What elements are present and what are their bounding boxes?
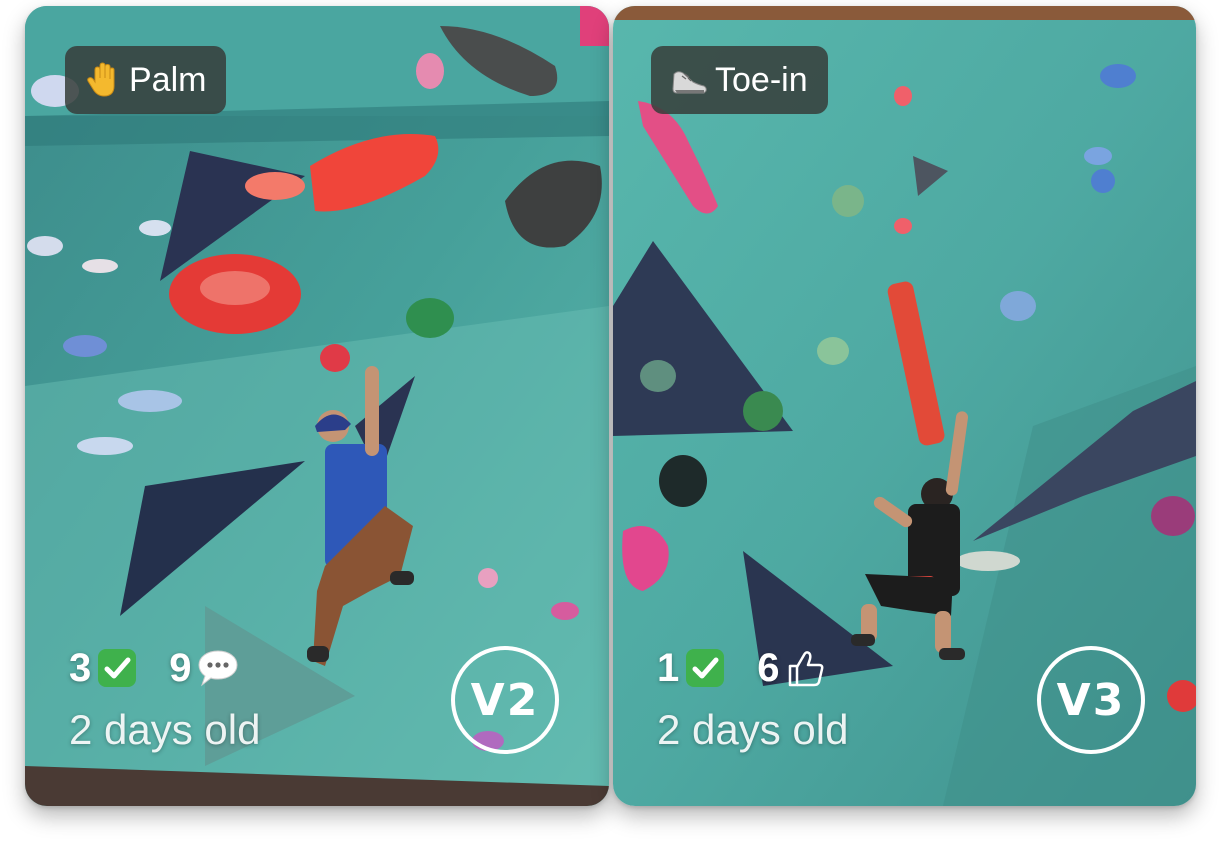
sends-count-value: 1: [657, 645, 680, 690]
technique-tag[interactable]: Toe-in: [651, 46, 828, 114]
sends-count[interactable]: 1: [657, 646, 727, 691]
raised-hand-icon: [83, 60, 123, 100]
comments-count-value: 9: [169, 645, 192, 690]
likes-count[interactable]: 6: [757, 646, 827, 691]
stats-row: 1 6: [657, 642, 858, 694]
check-mark-icon: [683, 646, 727, 690]
grade-badge: V2: [451, 646, 559, 754]
comments-count[interactable]: 9: [169, 646, 239, 691]
sends-count-value: 3: [69, 645, 92, 690]
video-card-palm[interactable]: Palm 3 9 2 days old V2: [25, 6, 609, 806]
age-label: 2 days old: [69, 706, 261, 753]
likes-count-value: 6: [757, 645, 780, 690]
video-card-toe-in[interactable]: Toe-in 1 6 2 days old V3: [613, 6, 1196, 806]
technique-label: Toe-in: [715, 60, 808, 99]
sends-count[interactable]: 3: [69, 646, 139, 691]
thumbs-up-icon: [784, 646, 828, 690]
check-mark-icon: [95, 646, 139, 690]
stats-row: 3 9: [69, 642, 270, 694]
speech-bubble-icon: [196, 646, 240, 690]
grade-badge: V3: [1037, 646, 1145, 754]
technique-tag[interactable]: Palm: [65, 46, 227, 114]
technique-label: Palm: [129, 60, 207, 99]
shoe-icon: [669, 60, 709, 100]
age-label: 2 days old: [657, 706, 849, 753]
